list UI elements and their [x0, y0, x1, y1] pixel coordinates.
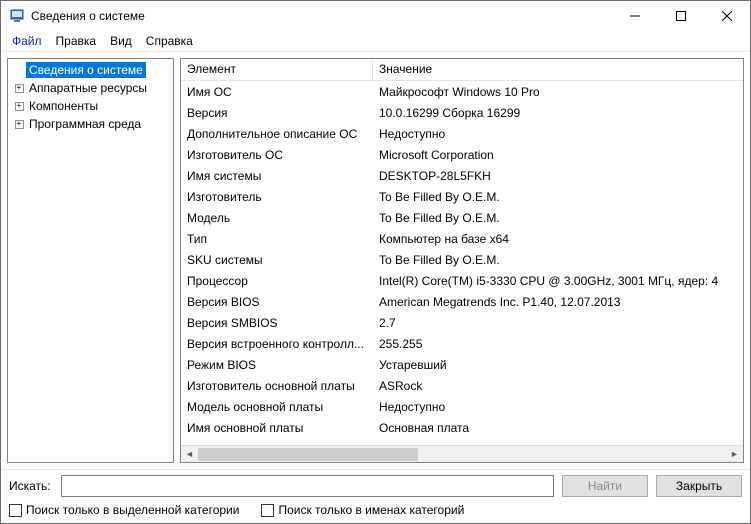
row-value: Недоступно — [379, 400, 445, 414]
row-value: To Be Filled By O.E.M. — [379, 253, 500, 267]
minimize-button[interactable] — [612, 1, 658, 31]
row-name: Версия BIOS — [187, 295, 260, 309]
menubar: Файл Правка Вид Справка — [1, 31, 750, 51]
column-header-name[interactable]: Элемент — [181, 59, 373, 80]
scroll-left-icon[interactable]: ◄ — [181, 446, 198, 463]
row-value: 2.7 — [379, 316, 396, 330]
row-value: Основная плата — [379, 421, 469, 435]
horizontal-scrollbar[interactable]: ◄ ► — [181, 445, 743, 462]
table-row[interactable]: Тип Компьютер на базе x64 — [181, 228, 743, 249]
table-row[interactable]: Версия BIOS American Megatrends Inc. P1.4… — [181, 291, 743, 312]
row-value: DESKTOP-28L5FKH — [379, 169, 491, 183]
row-name: Версия встроенного контролл... — [187, 337, 364, 351]
row-value: Microsoft Corporation — [379, 148, 494, 162]
table-row[interactable]: Дополнительное описание ОС Недоступно — [181, 123, 743, 144]
row-name: Процессор — [187, 274, 248, 288]
row-name: Имя ОС — [187, 85, 232, 99]
checkbox-icon — [9, 504, 22, 517]
row-value: 10.0.16299 Сборка 16299 — [379, 106, 520, 120]
search-panel: Искать: Найти Закрыть Поиск только в выд… — [1, 469, 750, 523]
tree-expand-icon[interactable]: + — [15, 120, 24, 129]
table-row[interactable]: Имя ОС Майкрософт Windows 10 Pro — [181, 81, 743, 102]
row-value: Intel(R) Core(TM) i5-3330 CPU @ 3.00GHz,… — [379, 274, 718, 288]
column-header-value[interactable]: Значение — [373, 59, 743, 80]
checkbox-icon — [261, 504, 274, 517]
row-name: Версия SMBIOS — [187, 316, 278, 330]
row-value: American Megatrends Inc. P1.40, 12.07.20… — [379, 295, 620, 309]
row-name: SKU системы — [187, 253, 263, 267]
table-row[interactable]: Изготовитель To Be Filled By O.E.M. — [181, 186, 743, 207]
table-row[interactable]: Процессор Intel(R) Core(TM) i5-3330 CPU @… — [181, 270, 743, 291]
row-value: To Be Filled By O.E.M. — [379, 190, 500, 204]
row-value: 255.255 — [379, 337, 422, 351]
row-name: Модель основной платы — [187, 400, 323, 414]
row-name: Изготовитель — [187, 190, 262, 204]
row-value: Майкрософт Windows 10 Pro — [379, 85, 540, 99]
table-row[interactable]: Модель основной платы Недоступно — [181, 396, 743, 417]
tree-pane[interactable]: Сведения о системе +Аппаратные ресурсы+К… — [7, 58, 174, 463]
row-value: To Be Filled By O.E.M. — [379, 211, 500, 225]
row-name: Имя основной платы — [187, 421, 303, 435]
checkbox-category-label: Поиск только в выделенной категории — [26, 503, 239, 517]
row-name: Тип — [187, 232, 207, 246]
list-body[interactable]: Имя ОС Майкрософт Windows 10 Pro Версия 10.… — [181, 81, 743, 445]
row-name: Режим BIOS — [187, 358, 256, 372]
row-value: Недоступно — [379, 127, 445, 141]
tree-expand-icon[interactable]: + — [15, 84, 24, 93]
table-row[interactable]: Режим BIOS Устаревший — [181, 354, 743, 375]
tree-item[interactable]: +Аппаратные ресурсы — [10, 79, 171, 97]
checkbox-names-label: Поиск только в именах категорий — [278, 503, 464, 517]
menu-file[interactable]: Файл — [5, 32, 49, 50]
search-input[interactable] — [61, 475, 554, 497]
menu-view[interactable]: Вид — [103, 32, 139, 50]
table-row[interactable]: Имя системы DESKTOP-28L5FKH — [181, 165, 743, 186]
find-button[interactable]: Найти — [562, 475, 648, 497]
table-row[interactable]: Модель To Be Filled By O.E.M. — [181, 207, 743, 228]
scroll-track[interactable] — [198, 446, 726, 463]
content-area: Сведения о системе +Аппаратные ресурсы+К… — [1, 52, 750, 469]
list-header: Элемент Значение — [181, 59, 743, 81]
tree-item-label: Программная среда — [26, 116, 144, 132]
scroll-thumb[interactable] — [198, 448, 418, 461]
table-row[interactable]: Версия встроенного контролл... 255.255 — [181, 333, 743, 354]
row-name: Дополнительное описание ОС — [187, 127, 357, 141]
window-title: Сведения о системе — [31, 9, 145, 23]
table-row[interactable]: Версия 10.0.16299 Сборка 16299 — [181, 102, 743, 123]
checkbox-names-only[interactable]: Поиск только в именах категорий — [261, 503, 464, 517]
close-button[interactable] — [704, 1, 750, 31]
row-name: Имя системы — [187, 169, 261, 183]
tree-item-label: Компоненты — [26, 98, 101, 114]
row-name: Изготовитель ОС — [187, 148, 283, 162]
table-row[interactable]: Имя основной платы Основная плата — [181, 417, 743, 438]
tree-root-row[interactable]: Сведения о системе — [10, 61, 171, 79]
app-icon — [9, 8, 25, 24]
tree-item-label: Аппаратные ресурсы — [26, 80, 150, 96]
row-name: Версия — [187, 106, 228, 120]
checkbox-category-only[interactable]: Поиск только в выделенной категории — [9, 503, 239, 517]
maximize-button[interactable] — [658, 1, 704, 31]
list-pane: Элемент Значение Имя ОС Майкрософт Window… — [180, 58, 744, 463]
table-row[interactable]: Версия SMBIOS 2.7 — [181, 312, 743, 333]
search-label: Искать: — [9, 479, 53, 493]
row-name: Изготовитель основной платы — [187, 379, 355, 393]
table-row[interactable]: SKU системы To Be Filled By O.E.M. — [181, 249, 743, 270]
titlebar: Сведения о системе — [1, 1, 750, 31]
scroll-right-icon[interactable]: ► — [726, 446, 743, 463]
table-row[interactable]: Изготовитель ОС Microsoft Corporation — [181, 144, 743, 165]
close-search-button[interactable]: Закрыть — [656, 475, 742, 497]
tree-item[interactable]: +Компоненты — [10, 97, 171, 115]
tree-root-label: Сведения о системе — [26, 62, 146, 78]
msinfo-window: Сведения о системе Файл Правка Вид Справ… — [0, 0, 751, 524]
tree-expand-icon[interactable]: + — [15, 102, 24, 111]
table-row[interactable]: Изготовитель основной платы ASRock — [181, 375, 743, 396]
row-value: ASRock — [379, 379, 422, 393]
row-name: Модель — [187, 211, 230, 225]
row-value: Компьютер на базе x64 — [379, 232, 509, 246]
menu-help[interactable]: Справка — [139, 32, 200, 50]
menu-edit[interactable]: Правка — [49, 32, 104, 50]
row-value: Устаревший — [379, 358, 447, 372]
tree-item[interactable]: +Программная среда — [10, 115, 171, 133]
